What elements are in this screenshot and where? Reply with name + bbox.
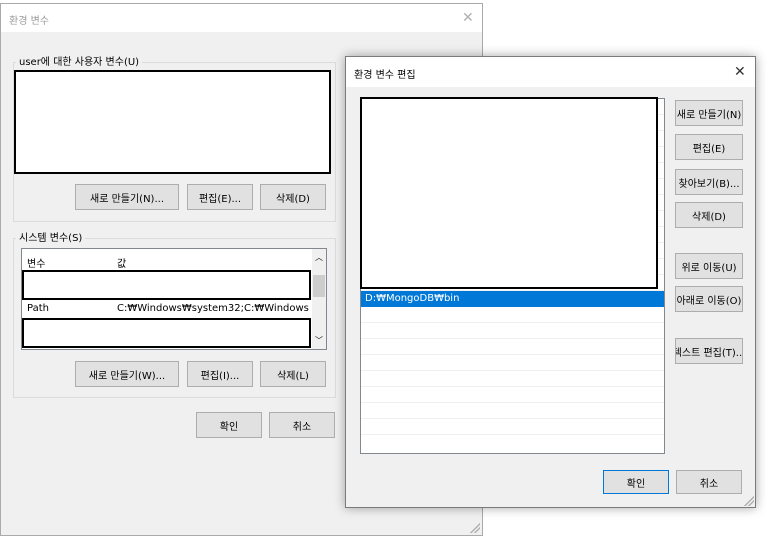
close-icon[interactable]: ✕ — [734, 64, 746, 80]
edit-button[interactable]: 편집(E) — [675, 134, 743, 160]
redaction-box — [360, 97, 658, 289]
list-item-selected[interactable]: D:₩MongoDB₩bin — [361, 291, 664, 307]
close-icon[interactable]: ✕ — [462, 10, 474, 26]
redaction-box — [22, 270, 311, 300]
browse-button[interactable]: 찾아보기(B)... — [675, 169, 743, 195]
row-name: Path — [27, 303, 49, 314]
user-variables-label: user에 대한 사용자 변수(U) — [16, 53, 143, 68]
system-variables-label: 시스템 변수(S) — [16, 229, 86, 244]
resize-grip-icon[interactable] — [470, 523, 480, 533]
user-delete-button[interactable]: 삭제(D) — [260, 184, 326, 210]
column-header-name[interactable]: 변수 — [27, 255, 45, 270]
delete-button[interactable]: 삭제(D) — [675, 202, 743, 228]
title-bar: 환경 변수 편집 ✕ — [346, 57, 755, 87]
title-bar: 환경 변수 ✕ — [1, 4, 482, 32]
redaction-box — [22, 318, 311, 348]
system-new-button[interactable]: 새로 만들기(W)... — [75, 361, 179, 387]
user-variables-list[interactable] — [14, 70, 331, 174]
list-item[interactable] — [361, 371, 664, 387]
scrollbar[interactable]: ︿ ﹀ — [312, 249, 326, 349]
user-edit-button[interactable]: 편집(E)... — [187, 184, 253, 210]
resize-grip-icon[interactable] — [744, 496, 754, 506]
ok-button[interactable]: 확인 — [603, 470, 669, 494]
dialog-title: 환경 변수 편집 — [354, 70, 416, 81]
edit-text-button[interactable]: 텍스트 편집(T)... — [675, 338, 743, 364]
system-edit-button[interactable]: 편집(I)... — [187, 361, 253, 387]
row-value: C:₩Windows₩system32;C:₩Windows;C:₩... — [117, 303, 309, 314]
new-button[interactable]: 새로 만들기(N) — [675, 100, 743, 126]
window-title: 환경 변수 — [9, 16, 49, 27]
list-item[interactable] — [361, 355, 664, 371]
list-item[interactable] — [361, 323, 664, 339]
list-item[interactable] — [361, 419, 664, 435]
list-item[interactable] — [361, 339, 664, 355]
cancel-button[interactable]: 취소 — [676, 470, 742, 494]
scrollbar-thumb[interactable] — [313, 275, 325, 297]
list-item[interactable] — [361, 387, 664, 403]
move-up-button[interactable]: 위로 이동(U) — [675, 253, 743, 279]
user-new-button[interactable]: 새로 만들기(N)... — [75, 184, 179, 210]
list-item[interactable] — [361, 307, 664, 323]
chevron-down-icon[interactable]: ﹀ — [315, 335, 323, 346]
system-delete-button[interactable]: 삭제(L) — [260, 361, 326, 387]
chevron-up-icon[interactable]: ︿ — [315, 252, 323, 263]
edit-environment-variable-dialog: 환경 변수 편집 ✕ D:₩MongoDB₩bin 새로 만들기(N) 편집(E… — [345, 56, 756, 508]
column-header-value[interactable]: 값 — [117, 255, 126, 270]
move-down-button[interactable]: 아래로 이동(O) — [675, 286, 743, 312]
table-row[interactable]: Path C:₩Windows₩system32;C:₩Windows;C:₩.… — [23, 299, 311, 317]
list-item[interactable] — [361, 403, 664, 419]
list-item-label: D:₩MongoDB₩bin — [365, 293, 460, 304]
ok-button[interactable]: 확인 — [196, 412, 262, 438]
cancel-button[interactable]: 취소 — [269, 412, 335, 438]
